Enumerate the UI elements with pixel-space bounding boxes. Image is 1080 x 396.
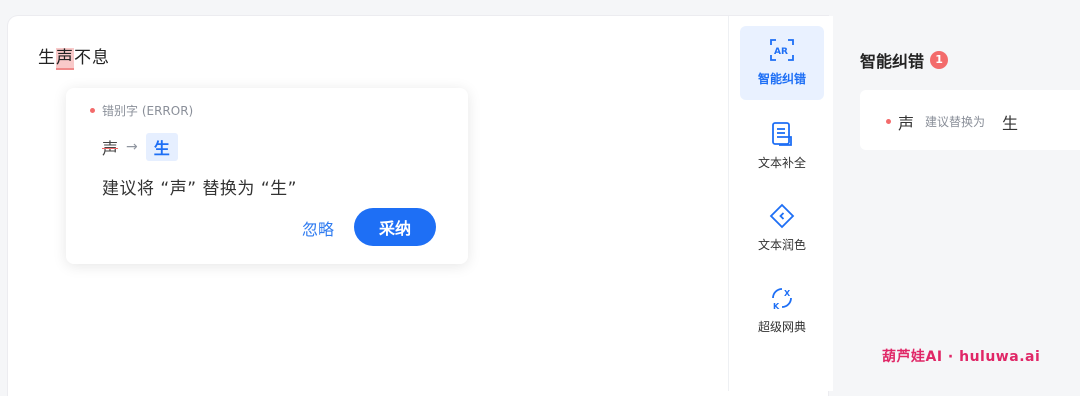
original-char: 声	[102, 139, 119, 158]
correction-popup: 错别字 (ERROR) 声 → 生 建议将 “声” 替换为 “生” 忽略 采纳	[66, 88, 468, 264]
svg-text:K: K	[773, 302, 780, 311]
editor-text-after: 不息	[74, 48, 110, 68]
polish-icon	[769, 203, 795, 229]
svg-text:AR: AR	[774, 47, 788, 57]
ai-correct-icon: AR	[770, 39, 794, 61]
card-hint: 建议替换为	[925, 115, 986, 129]
dictionary-icon: X K	[772, 288, 792, 311]
tool-label: 超级网典	[757, 320, 806, 334]
replacement-char: 生	[145, 133, 178, 161]
swap-preview: 声 → 生	[102, 133, 178, 161]
editor-area[interactable]: 生声不息 错别字 (ERROR) 声 → 生 建议将 “声” 替换为 “生” 忽…	[8, 16, 828, 396]
document-icon	[772, 122, 792, 146]
arrow-right-icon: →	[126, 139, 138, 155]
editor-text-before: 生	[38, 48, 56, 68]
error-highlight[interactable]: 声	[56, 48, 74, 70]
tool-text-complete[interactable]: 文本补全	[740, 110, 824, 184]
panel-title: 智能纠错 1	[860, 48, 949, 72]
tool-label: 文本补全	[757, 156, 806, 170]
svg-text:X: X	[784, 289, 791, 298]
tool-label: 智能纠错	[757, 72, 806, 86]
editor-text[interactable]: 生声不息	[38, 43, 110, 70]
tool-sidebar: AR 智能纠错 文本补全 文本润色 X K 超级网典	[728, 16, 833, 391]
watermark: 葫芦娃AI · huluwa.ai	[882, 349, 1041, 365]
suggestion-card[interactable]: 声 建议替换为 生	[860, 90, 1080, 150]
error-count-badge: 1	[930, 51, 949, 69]
card-replacement-char: 生	[1002, 114, 1019, 133]
tool-smart-correct[interactable]: AR 智能纠错	[740, 26, 824, 100]
error-type-text: 错别字 (ERROR)	[102, 104, 194, 118]
tool-super-dictionary[interactable]: X K 超级网典	[740, 274, 824, 348]
correction-panel: 智能纠错 1 声 建议替换为 生	[836, 16, 1080, 391]
suggestion-description: 建议将 “声” 替换为 “生”	[102, 179, 297, 199]
tool-label: 文本润色	[757, 238, 806, 252]
card-original-char: 声	[898, 114, 915, 133]
error-type-label: 错别字 (ERROR)	[90, 102, 193, 119]
error-dot-icon	[90, 108, 95, 113]
adopt-button[interactable]: 采纳	[354, 208, 436, 246]
error-dot-icon	[886, 119, 891, 124]
ignore-button[interactable]: 忽略	[302, 216, 334, 240]
panel-title-text: 智能纠错	[860, 52, 925, 71]
tool-text-polish[interactable]: 文本润色	[740, 192, 824, 266]
